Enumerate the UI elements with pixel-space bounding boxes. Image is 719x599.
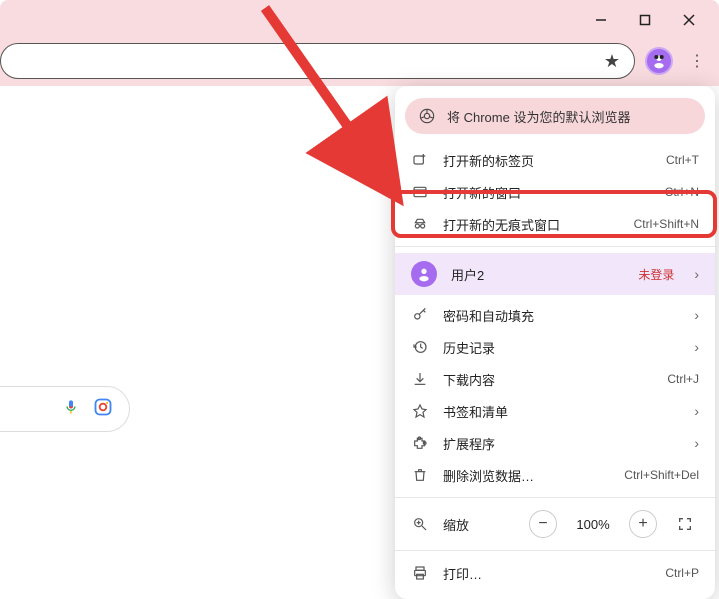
chevron-right-icon: › <box>694 307 699 323</box>
menu-profile[interactable]: 用户2 未登录 › <box>395 253 715 295</box>
menu-new-incognito[interactable]: 打开新的无痕式窗口 Ctrl+Shift+N <box>395 208 715 240</box>
menu-separator <box>395 246 715 247</box>
title-bar <box>0 0 719 40</box>
close-button[interactable] <box>667 4 711 36</box>
trash-icon <box>411 467 429 483</box>
menu-label: 打开新的无痕式窗口 <box>443 215 620 234</box>
omnibox[interactable]: ★ <box>0 43 635 79</box>
bookmark-star-icon[interactable]: ★ <box>604 51 620 72</box>
voice-search-icon[interactable] <box>63 399 79 420</box>
zoom-value: 100% <box>571 517 615 532</box>
menu-label: 打印… <box>443 564 651 583</box>
print-icon <box>411 565 429 581</box>
menu-new-tab[interactable]: 打开新的标签页 Ctrl+T <box>395 144 715 176</box>
menu-shortcut: Ctrl+P <box>665 566 699 580</box>
zoom-icon <box>411 516 429 532</box>
chevron-right-icon: › <box>694 266 699 282</box>
new-tab-icon <box>411 152 429 168</box>
menu-downloads[interactable]: 下载内容 Ctrl+J <box>395 363 715 395</box>
profile-avatar-button[interactable] <box>645 47 673 75</box>
bookmark-star-icon <box>411 403 429 419</box>
menu-label: 打开新的窗口 <box>443 183 651 202</box>
lens-search-icon[interactable] <box>93 397 113 422</box>
chevron-right-icon: › <box>694 403 699 419</box>
menu-label: 书签和清单 <box>443 402 680 421</box>
chrome-menu-button[interactable]: ⋮ <box>683 47 711 75</box>
menu-clear-data[interactable]: 删除浏览数据… Ctrl+Shift+Del <box>395 459 715 491</box>
history-icon <box>411 339 429 355</box>
maximize-button[interactable] <box>623 4 667 36</box>
menu-label: 扩展程序 <box>443 434 680 453</box>
address-bar: ★ ⋮ <box>0 40 719 86</box>
profile-avatar-icon <box>411 261 437 287</box>
chevron-right-icon: › <box>694 339 699 355</box>
profile-name: 用户2 <box>451 265 624 284</box>
menu-shortcut: Ctrl+Shift+Del <box>624 468 699 482</box>
menu-passwords[interactable]: 密码和自动填充 › <box>395 299 715 331</box>
new-window-icon <box>411 184 429 200</box>
menu-zoom: 缩放 − 100% + <box>395 504 715 544</box>
google-search-box[interactable] <box>0 386 130 432</box>
menu-new-window[interactable]: 打开新的窗口 Ctrl+N <box>395 176 715 208</box>
download-icon <box>411 371 429 387</box>
profile-status: 未登录 <box>638 266 674 283</box>
menu-shortcut: Ctrl+T <box>666 153 699 167</box>
zoom-out-button[interactable]: − <box>529 510 557 538</box>
minimize-button[interactable] <box>579 4 623 36</box>
fullscreen-button[interactable] <box>671 510 699 538</box>
menu-label: 历史记录 <box>443 338 680 357</box>
chrome-menu: 将 Chrome 设为您的默认浏览器 打开新的标签页 Ctrl+T 打开新的窗口… <box>395 86 715 599</box>
menu-shortcut: Ctrl+N <box>665 185 699 199</box>
menu-shortcut: Ctrl+Shift+N <box>634 217 699 231</box>
chevron-right-icon: › <box>694 435 699 451</box>
menu-shortcut: Ctrl+J <box>667 372 699 386</box>
default-browser-banner[interactable]: 将 Chrome 设为您的默认浏览器 <box>405 98 705 134</box>
menu-separator <box>395 550 715 551</box>
zoom-in-button[interactable]: + <box>629 510 657 538</box>
menu-label: 删除浏览数据… <box>443 466 610 485</box>
menu-label: 下载内容 <box>443 370 653 389</box>
menu-print[interactable]: 打印… Ctrl+P <box>395 557 715 589</box>
menu-label: 打开新的标签页 <box>443 151 652 170</box>
key-icon <box>411 307 429 323</box>
menu-bookmarks[interactable]: 书签和清单 › <box>395 395 715 427</box>
menu-extensions[interactable]: 扩展程序 › <box>395 427 715 459</box>
incognito-icon <box>411 216 429 232</box>
zoom-label: 缩放 <box>443 515 515 534</box>
banner-text: 将 Chrome 设为您的默认浏览器 <box>447 107 630 126</box>
menu-history[interactable]: 历史记录 › <box>395 331 715 363</box>
menu-label: 密码和自动填充 <box>443 306 680 325</box>
menu-separator <box>395 497 715 498</box>
extension-icon <box>411 435 429 451</box>
